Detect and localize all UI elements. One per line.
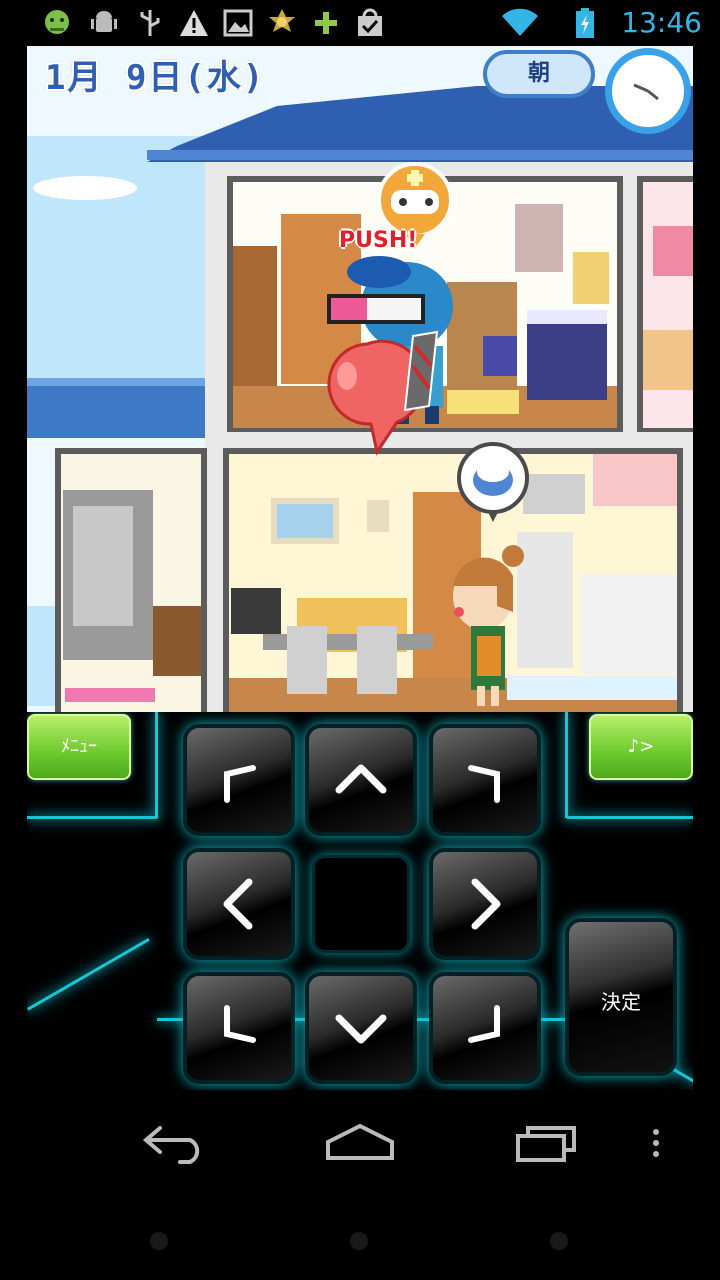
game-clock-icon	[605, 48, 691, 134]
status-clock: 13:46	[621, 6, 702, 39]
recent-apps-icon[interactable]	[512, 1120, 582, 1164]
arrow-up-right-icon	[468, 765, 500, 803]
virtual-controller: ﾒﾆｭｰ ♪> 決定	[27, 712, 693, 1090]
status-bar: 13:46	[0, 0, 720, 46]
shopping-bag-check-icon	[358, 8, 382, 36]
arrow-down-right-icon	[468, 1005, 500, 1043]
glow-line	[27, 816, 157, 819]
dpad-down-right-button[interactable]	[433, 976, 537, 1080]
dpad-center-button[interactable]	[315, 858, 407, 950]
arrow-down-icon	[335, 1014, 387, 1044]
arrow-left-icon	[223, 878, 253, 930]
wifi-icon	[502, 8, 538, 37]
dpad-up-right-button[interactable]	[433, 728, 537, 832]
dpad-left-button[interactable]	[187, 852, 291, 956]
arrow-right-icon	[471, 878, 501, 930]
confirm-label: 決定	[601, 990, 641, 1014]
sound-button[interactable]: ♪>	[589, 714, 693, 780]
battery-charging-icon	[576, 8, 594, 38]
warning-icon	[180, 10, 208, 36]
arrow-down-left-icon	[224, 1005, 256, 1043]
time-of-day-badge: 朝	[483, 50, 595, 98]
dpad-down-left-button[interactable]	[187, 976, 291, 1080]
arrow-up-left-icon	[224, 765, 256, 803]
dpad-right-button[interactable]	[433, 852, 537, 956]
confirm-button[interactable]: 決定	[569, 922, 673, 1072]
push-gauge	[331, 298, 421, 320]
hardware-dot	[150, 1232, 168, 1250]
glow-line	[567, 816, 693, 819]
arrow-up-icon	[335, 764, 387, 794]
game-scene[interactable]: 1月 9日(水) 朝 PUSH!	[27, 46, 693, 712]
overflow-menu-icon[interactable]	[648, 1128, 664, 1158]
dpad-down-button[interactable]	[309, 976, 413, 1080]
android-face-icon	[45, 10, 69, 34]
push-label: PUSH!	[339, 228, 418, 253]
house-illustration	[27, 46, 693, 712]
push-gauge-fill	[331, 298, 367, 320]
menu-button[interactable]: ﾒﾆｭｰ	[27, 714, 131, 780]
hardware-dot	[350, 1232, 368, 1250]
usb-icon	[140, 10, 160, 36]
hardware-dot	[550, 1232, 568, 1250]
dpad-up-button[interactable]	[309, 728, 413, 832]
dpad-up-left-button[interactable]	[187, 728, 291, 832]
sun-badge-icon	[269, 9, 295, 32]
navigation-bar	[0, 1090, 720, 1280]
glow-line	[27, 938, 150, 1011]
image-icon	[223, 9, 253, 37]
back-icon[interactable]	[140, 1120, 210, 1164]
glow-line	[565, 712, 568, 818]
time-of-day-label: 朝	[527, 61, 550, 86]
android-debug-icon	[91, 11, 117, 32]
glow-line	[155, 712, 158, 818]
plus-icon	[315, 12, 337, 34]
home-icon[interactable]	[322, 1120, 398, 1164]
game-date: 1月 9日(水)	[45, 58, 266, 98]
